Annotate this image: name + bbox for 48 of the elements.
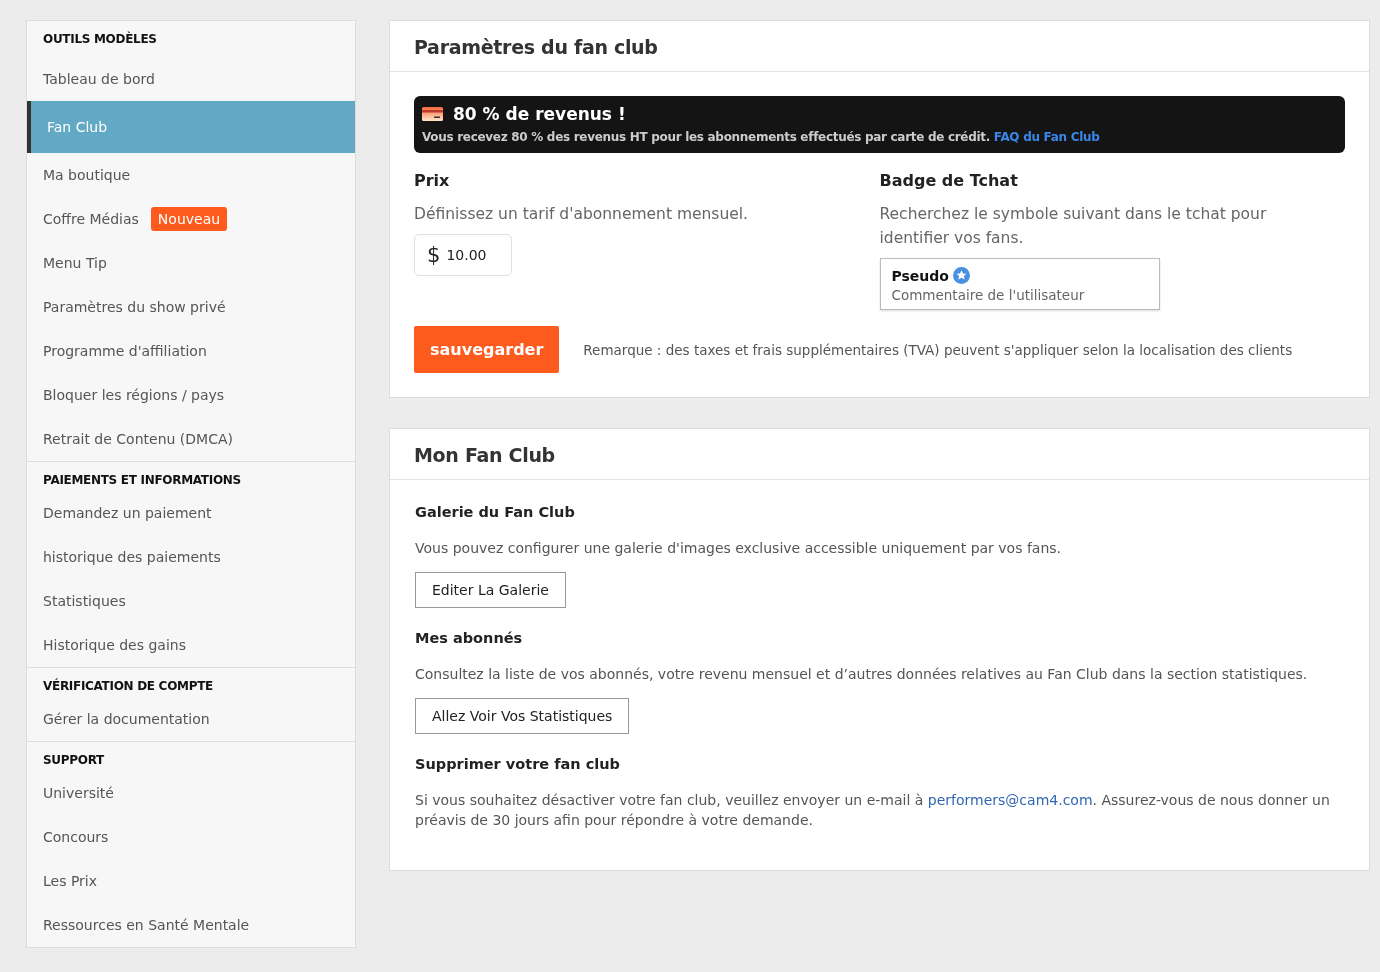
star-badge-icon <box>952 267 970 284</box>
sidebar-item[interactable]: Coffre Médias Nouveau <box>27 197 355 241</box>
badge-description: Recherchez le symbole suivant dans le tchat pour identifier vos fans. <box>879 204 1268 249</box>
sidebar-item[interactable]: Ma boutique <box>27 153 355 197</box>
section-description: Consultez la liste de vos abonnés, votre revenu mensuel et d’autres données relatives au Fan Club dans la section statistiques. <box>415 665 1309 684</box>
section-description: Vous pouvez configurer une galerie d'images exclusive accessible uniquement par vos fans. <box>415 539 1063 558</box>
panel-title: Paramètres du fan club <box>390 21 1369 72</box>
item-label: Coffre Médias <box>43 211 139 227</box>
section-title: Supprimer votre fan club <box>415 756 621 772</box>
banner-title: 80 % de revenus ! <box>453 104 626 124</box>
sidebar-item[interactable]: Programme d'affiliation <box>27 329 355 373</box>
sidebar-item[interactable]: Tableau de bord <box>27 57 355 101</box>
banner-text: Vous recevez 80 % des revenus HT pour les abonnements effectués par carte de crédit. FAQ du Fan Club <box>422 130 1101 144</box>
section-title: Badge de Tchat <box>879 171 1019 190</box>
user-comment: Commentaire de l'utilisateur <box>891 287 1086 303</box>
sidebar-item[interactable]: Les Prix <box>27 859 355 903</box>
section-heading: PAIEMENTS ET INFORMATIONS <box>42 472 242 489</box>
section-heading: SUPPORT <box>42 752 105 769</box>
sidebar-item[interactable]: Retrait de Contenu (DMCA) <box>27 417 355 461</box>
outline-button[interactable]: Allez Voir Vos Statistiques <box>415 698 630 734</box>
faq-link[interactable]: FAQ du Fan Club <box>993 130 1100 144</box>
section-heading: OUTILS MODÈLES <box>42 30 158 48</box>
sidebar-item[interactable]: Gérer la documentation <box>27 697 355 741</box>
card-icon <box>422 107 443 121</box>
sidebar-item[interactable]: historique des paiements <box>27 535 355 579</box>
price-description: Définissez un tarif d'abonnement mensuel. <box>414 204 750 225</box>
sidebar-item[interactable]: Demandez un paiement <box>27 491 355 535</box>
section-title: Galerie du Fan Club <box>415 504 576 520</box>
outline-button[interactable]: Editer La Galerie <box>415 572 566 608</box>
section-heading: VÉRIFICATION DE COMPTE <box>42 677 214 695</box>
section-title: Mes abonnés <box>415 630 524 646</box>
sidebar-item[interactable]: Paramètres du show privé <box>27 285 355 329</box>
sidebar-item[interactable]: Statistiques <box>27 579 355 623</box>
sidebar-item[interactable]: Concours <box>27 815 355 859</box>
delete-instructions: Si vous souhaitez désactiver votre fan club, veuillez envoyer un e-mail à performers@cam4.com. Assurez-vous de nous donner un préavis de 30 jours afin pour répondre à votre demande. <box>415 791 1331 830</box>
email-link[interactable]: performers@cam4.com <box>927 792 1093 808</box>
price-field[interactable]: $ 10.00 <box>414 234 512 276</box>
section-title: Prix <box>414 171 451 190</box>
sidebar-item[interactable]: Bloquer les régions / pays <box>27 373 355 417</box>
currency-symbol: $ <box>427 243 441 267</box>
sidebar-item[interactable]: Université <box>27 771 355 815</box>
sidebar-item[interactable]: Historique des gains <box>27 623 355 667</box>
tax-note: Remarque : des taxes et frais supplémentaires (TVA) peuvent s'appliquer selon la localisation des clients <box>583 341 1293 358</box>
sidebar-item[interactable]: Ressources en Santé Mentale <box>27 903 355 947</box>
panel-title: Mon Fan Club <box>390 429 1369 480</box>
sidebar-item[interactable]: Menu Tip <box>27 241 355 285</box>
username: Pseudo <box>891 267 949 284</box>
new-badge: Nouveau <box>150 207 228 231</box>
